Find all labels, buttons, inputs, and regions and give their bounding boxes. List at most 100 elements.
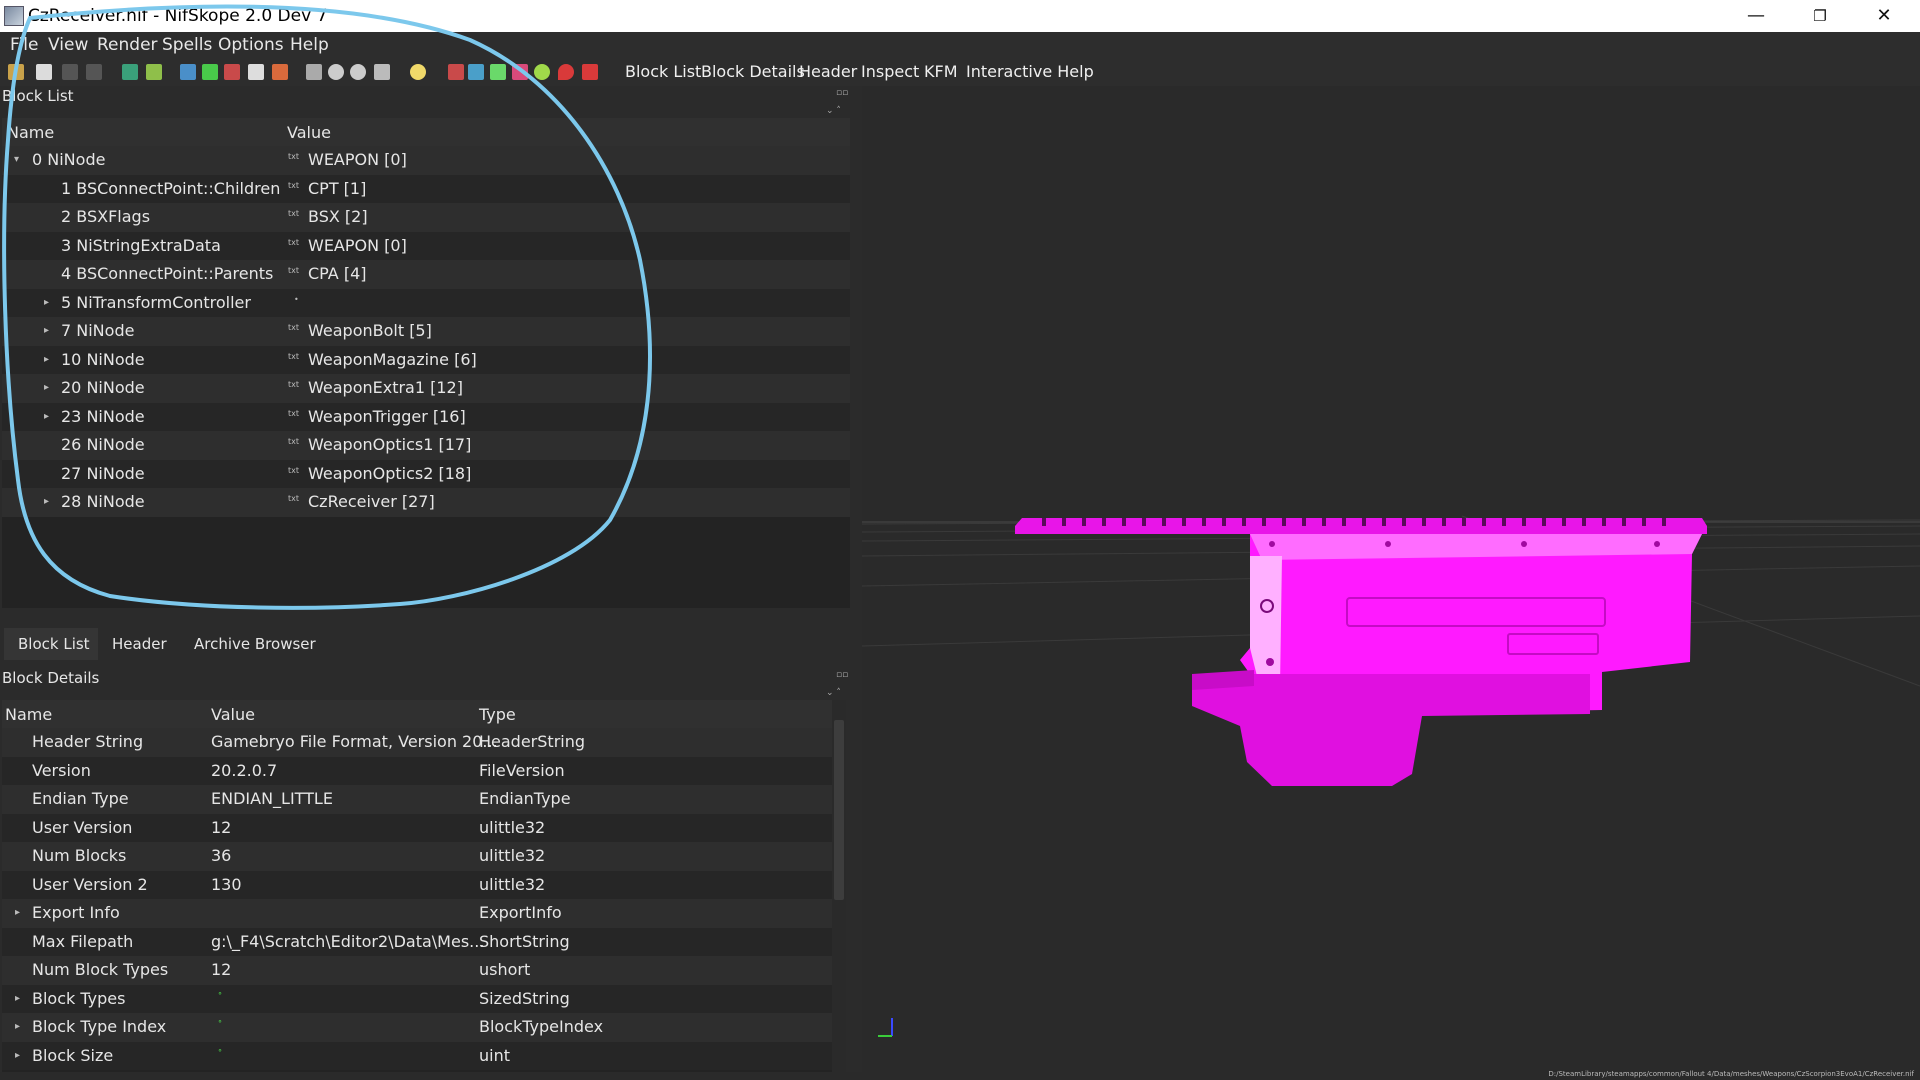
table-row[interactable]: ▸ 10 NiNode txt WeaponMagazine [6] (2, 345, 850, 374)
undo-icon[interactable] (62, 64, 78, 80)
tab-block-list[interactable]: Block List (4, 628, 104, 660)
light-icon[interactable] (410, 64, 426, 80)
table-row[interactable]: ▸ 20 NiNode txt WeaponExtra1 [12] (2, 374, 850, 403)
view-front-icon[interactable] (202, 64, 218, 80)
collapse-icon[interactable]: ⌄ ˄ (826, 106, 841, 116)
table-row[interactable]: ▸ 28 NiNode txt CzReceiver [27] (2, 488, 850, 517)
frame-icon[interactable] (374, 64, 390, 80)
column-header-name[interactable]: Name (7, 123, 54, 142)
flip-icon[interactable] (146, 64, 162, 80)
table-row[interactable]: Header String Gamebryo File Format, Vers… (2, 728, 832, 757)
row-value[interactable]: 12 (211, 960, 231, 979)
table-row[interactable]: Num Block Types 12 ushort (2, 956, 832, 985)
expand-arrow-icon[interactable]: ▸ (44, 382, 49, 393)
grid-icon[interactable] (468, 64, 484, 80)
reload-icon[interactable] (122, 64, 138, 80)
pen-icon[interactable] (448, 64, 464, 80)
collapse-icon[interactable]: ⌄ ˄ (826, 688, 841, 698)
table-row[interactable]: Version 20.2.0.7 FileVersion (2, 756, 832, 785)
viewport-canvas[interactable] (862, 86, 1920, 1072)
marker-icon[interactable] (558, 64, 574, 80)
view-top-icon[interactable] (180, 64, 196, 80)
toolbar-header[interactable]: Header (799, 62, 857, 81)
cube-icon[interactable] (272, 64, 288, 80)
row-value[interactable]: g:\_F4\Scratch\Editor2\Data\Mes... (211, 932, 484, 951)
table-row[interactable]: ▸ Block Type Index ° BlockTypeIndex (2, 1013, 832, 1042)
expand-arrow-icon[interactable]: ▸ (44, 354, 49, 365)
menu-view[interactable]: View (48, 35, 88, 55)
view-side-icon[interactable] (224, 64, 240, 80)
scrollbar-thumb[interactable] (834, 720, 844, 900)
title-bar: CzReceiver.nif - NifSkope 2.0 Dev 7 — ❐ … (0, 0, 1920, 32)
toolbar-inspect[interactable]: Inspect (861, 62, 919, 81)
table-row[interactable]: ▸ 23 NiNode txt WeaponTrigger [16] (2, 402, 850, 431)
menu-help[interactable]: Help (290, 35, 329, 55)
nodes-icon[interactable] (490, 64, 506, 80)
menu-options[interactable]: Options (218, 35, 284, 55)
open-icon[interactable] (8, 64, 24, 80)
expand-arrow-icon[interactable]: ▸ (15, 1021, 20, 1032)
toolbar-block-list[interactable]: Block List (625, 62, 701, 81)
table-row[interactable]: 1 BSConnectPoint::Children txt CPT [1] (2, 174, 850, 203)
table-row[interactable]: ▸ 7 NiNode txt WeaponBolt [5] (2, 317, 850, 346)
table-row[interactable]: 4 BSConnectPoint::Parents txt CPA [4] (2, 260, 850, 289)
eye-icon[interactable] (328, 64, 344, 80)
table-row[interactable]: 2 BSXFlags txt BSX [2] (2, 203, 850, 232)
table-row[interactable]: User Version 2 130 ulittle32 (2, 870, 832, 899)
table-row[interactable]: ▸ Block Types ° SizedString (2, 984, 832, 1013)
table-row[interactable]: User Version 12 ulittle32 (2, 813, 832, 842)
menu-spells[interactable]: Spells (162, 35, 212, 55)
eye-hidden-icon[interactable] (350, 64, 366, 80)
row-value[interactable]: 36 (211, 846, 231, 865)
expand-arrow-icon[interactable]: ▸ (44, 297, 49, 308)
column-header-value[interactable]: Value (287, 123, 331, 142)
table-row[interactable]: 26 NiNode txt WeaponOptics1 [17] (2, 431, 850, 460)
erase-icon[interactable] (582, 64, 598, 80)
expand-arrow-icon[interactable]: ▸ (15, 907, 20, 918)
table-row[interactable]: Max Filepath g:\_F4\Scratch\Editor2\Data… (2, 927, 832, 956)
row-value[interactable]: 20.2.0.7 (211, 761, 277, 780)
minimize-button[interactable]: — (1726, 0, 1786, 32)
vertical-scrollbar[interactable] (832, 700, 846, 1072)
string-icon: txt (288, 266, 300, 275)
column-header-type[interactable]: Type (479, 705, 516, 724)
table-row[interactable]: ▸ 5 NiTransformController • (2, 288, 850, 317)
expand-arrow-icon[interactable]: ▸ (15, 1050, 20, 1061)
row-value[interactable]: Gamebryo File Format, Version 20... (211, 732, 498, 751)
row-value[interactable]: 130 (211, 875, 242, 894)
select-icon[interactable] (248, 64, 264, 80)
row-value[interactable]: 12 (211, 818, 231, 837)
table-row[interactable]: ▾ 0 NiNode txt WEAPON [0] (2, 146, 850, 175)
table-row[interactable]: 27 NiNode txt WeaponOptics2 [18] (2, 459, 850, 488)
close-button[interactable]: ✕ (1854, 0, 1914, 32)
expand-arrow-icon[interactable]: ▸ (44, 496, 49, 507)
row-value[interactable]: ENDIAN_LITTLE (211, 789, 333, 808)
expand-arrow-icon[interactable]: ▸ (15, 993, 20, 1004)
toolbar-block-details[interactable]: Block Details (701, 62, 805, 81)
tab-archive-browser[interactable]: Archive Browser (180, 628, 330, 660)
menu-render[interactable]: Render (97, 35, 158, 55)
table-row[interactable]: 3 NiStringExtraData txt WEAPON [0] (2, 231, 850, 260)
sphere-icon[interactable] (534, 64, 550, 80)
expand-arrow-icon[interactable]: ▸ (44, 325, 49, 336)
table-row[interactable]: Endian Type ENDIAN_LITTLE EndianType (2, 785, 832, 814)
column-header-name[interactable]: Name (5, 705, 52, 724)
axes-icon[interactable] (306, 64, 322, 80)
3d-viewport[interactable] (862, 86, 1920, 1072)
toolbar-interactive-help[interactable]: Interactive Help (966, 62, 1094, 81)
table-row[interactable]: Num Blocks 36 ulittle32 (2, 842, 832, 871)
dock-float-button[interactable]: ▫▫ (836, 88, 848, 98)
table-row[interactable]: ▸ Export Info ExportInfo (2, 899, 832, 928)
maximize-button[interactable]: ❐ (1790, 0, 1850, 32)
dock-float-button[interactable]: ▫▫ (836, 670, 848, 680)
texture-icon[interactable] (512, 64, 528, 80)
menu-file[interactable]: File (10, 35, 38, 55)
collapse-arrow-icon[interactable]: ▾ (14, 154, 19, 165)
tab-header[interactable]: Header (98, 628, 181, 660)
redo-icon[interactable] (86, 64, 102, 80)
expand-arrow-icon[interactable]: ▸ (44, 411, 49, 422)
toolbar-kfm[interactable]: KFM (924, 62, 958, 81)
column-header-value[interactable]: Value (211, 705, 255, 724)
table-row[interactable]: ▸ Block Size ° uint (2, 1041, 832, 1070)
save-icon[interactable] (36, 64, 52, 80)
